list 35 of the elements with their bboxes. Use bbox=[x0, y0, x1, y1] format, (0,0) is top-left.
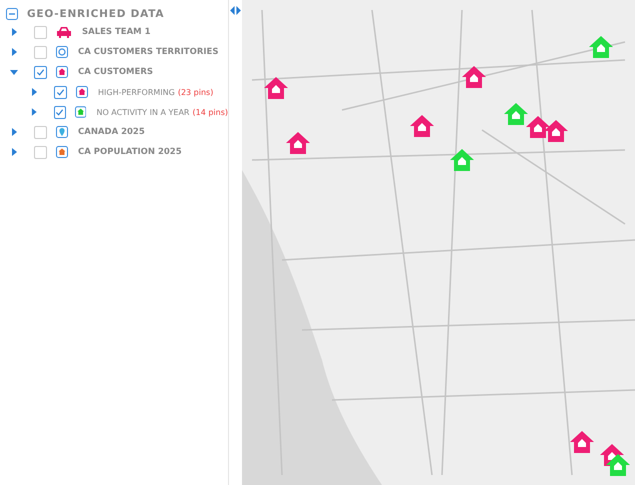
house-marker-icon[interactable] bbox=[285, 131, 311, 155]
checkbox[interactable] bbox=[34, 46, 47, 58]
layer-label[interactable]: CA CUSTOMERS TERRITORIES bbox=[78, 47, 218, 57]
house-marker-icon[interactable] bbox=[569, 430, 595, 454]
house-marker-icon[interactable] bbox=[543, 119, 569, 143]
house-marker-icon[interactable] bbox=[263, 76, 289, 100]
house-marker-icon[interactable] bbox=[503, 102, 529, 126]
expand-arrow-icon[interactable] bbox=[10, 68, 18, 76]
layer-label[interactable]: CA CUSTOMERS bbox=[78, 67, 153, 77]
checkbox[interactable] bbox=[34, 126, 47, 138]
expand-arrow-icon[interactable] bbox=[10, 28, 18, 36]
resize-handle-icon[interactable] bbox=[230, 6, 241, 15]
layer-label[interactable]: SALES TEAM 1 bbox=[82, 27, 151, 37]
layer-label[interactable]: CA POPULATION 2025 bbox=[78, 147, 182, 157]
panel-title: GEO-ENRICHED DATA bbox=[27, 8, 164, 20]
expand-arrow-icon[interactable] bbox=[30, 108, 38, 116]
house-marker-icon[interactable] bbox=[409, 114, 435, 138]
expand-arrow-icon[interactable] bbox=[30, 88, 38, 96]
collapse-icon[interactable] bbox=[6, 8, 18, 20]
expand-arrow-icon[interactable] bbox=[10, 48, 18, 56]
house-marker-icon[interactable] bbox=[525, 115, 551, 139]
checkbox[interactable] bbox=[34, 26, 47, 38]
checkbox[interactable] bbox=[34, 66, 47, 78]
checkbox[interactable] bbox=[54, 86, 67, 98]
house-marker-icon[interactable] bbox=[605, 453, 631, 477]
house-marker-icon[interactable] bbox=[588, 35, 614, 59]
checkbox[interactable] bbox=[54, 106, 66, 118]
expand-arrow-icon[interactable] bbox=[10, 128, 18, 136]
house-marker-icon[interactable] bbox=[449, 148, 475, 172]
house-marker-icon[interactable] bbox=[461, 65, 487, 89]
checkbox[interactable] bbox=[34, 146, 47, 158]
expand-arrow-icon[interactable] bbox=[10, 148, 18, 156]
layer-label[interactable]: HIGH-PERFORMING (23 pins) bbox=[98, 88, 214, 96]
layer-label[interactable]: NO ACTIVITY IN A YEAR (14 pins) bbox=[96, 108, 228, 116]
layer-label[interactable]: CANADA 2025 bbox=[78, 127, 145, 137]
